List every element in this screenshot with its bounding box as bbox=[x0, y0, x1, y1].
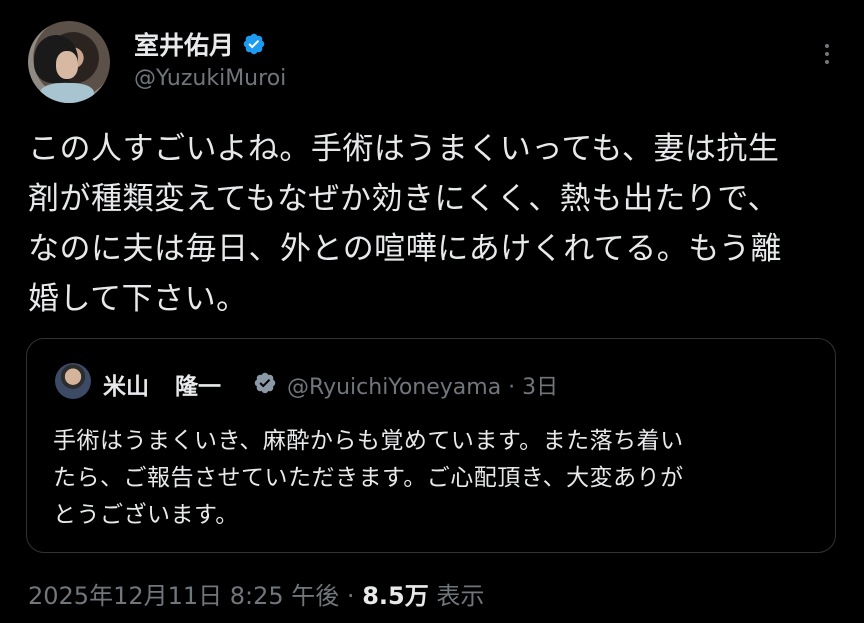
quoted-author-name[interactable]: 米山 隆一 bbox=[103, 367, 221, 401]
quoted-author-name-part1: 米山 bbox=[103, 374, 149, 400]
tweet-text-line: なのに夫は毎日、外との喧嘩にあけくれてる。もう離 bbox=[28, 231, 782, 267]
quoted-author-name-part2: 隆一 bbox=[175, 374, 221, 400]
tweet-text-line: この人すごいよね。手術はうまくいっても、妻は抗生 bbox=[28, 131, 780, 167]
quoted-tweet-text-line: 手術はうまくいき、麻酔からも覚めています。また落ち着い bbox=[53, 428, 684, 454]
views-count: 8.5万 bbox=[362, 582, 429, 610]
verified-badge-icon bbox=[243, 33, 265, 55]
quoted-tweet-card[interactable]: 米山 隆一 @RyuichiYoneyama · 3日 手術はうまくいき、麻酔から… bbox=[26, 338, 836, 553]
quoted-tweet-text-line: たら、ご報告させていただきます。ご心配頂き、大変ありが bbox=[53, 465, 684, 491]
views-label: 表示 bbox=[428, 582, 485, 610]
quoted-author-avatar[interactable] bbox=[55, 363, 91, 399]
author-handle[interactable]: @YuzukiMuroi bbox=[134, 66, 286, 91]
verified-badge-icon bbox=[254, 372, 276, 394]
quoted-author-handle-time[interactable]: @RyuichiYoneyama · 3日 bbox=[287, 369, 558, 401]
author-avatar[interactable] bbox=[28, 21, 110, 103]
tweet-text-line: 剤が種類変えてもなぜか効きにくく、熱も出たりで、 bbox=[28, 181, 780, 217]
tweet-timestamp[interactable]: 2025年12月11日 8:25 午後 · bbox=[28, 582, 362, 610]
tweet-text: この人すごいよね。手術はうまくいっても、妻は抗生 剤が種類変えてもなぜか効きにく… bbox=[28, 124, 838, 324]
tweet-text-line: 婚して下さい。 bbox=[28, 281, 248, 317]
author-display-name-row[interactable]: 室井佑月 bbox=[134, 26, 266, 62]
quoted-tweet-text: 手術はうまくいき、麻酔からも覚めています。また落ち着い たら、ご報告させていただ… bbox=[53, 423, 813, 534]
author-display-name[interactable]: 室井佑月 bbox=[134, 26, 234, 62]
more-options-icon[interactable] bbox=[822, 40, 832, 68]
tweet-metadata: 2025年12月11日 8:25 午後 · 8.5万 表示 bbox=[28, 576, 484, 611]
quoted-tweet-text-line: とうございます。 bbox=[53, 502, 239, 528]
tweet-header: 室井佑月 @YuzukiMuroi bbox=[28, 18, 838, 108]
